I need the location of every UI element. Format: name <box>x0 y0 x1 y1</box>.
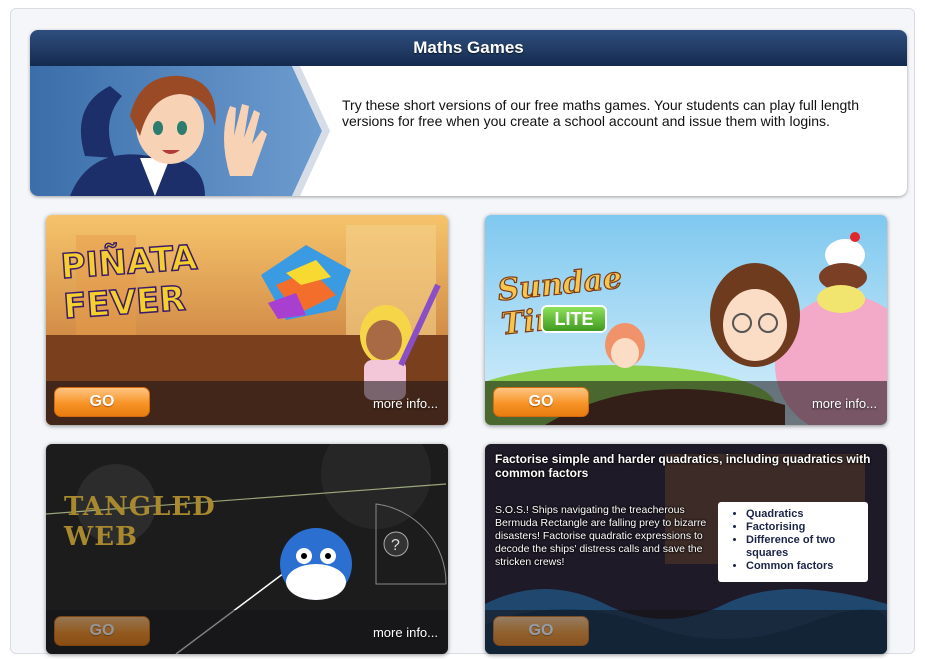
sos-overlay-title: Factorise simple and harder quadratics, … <box>495 452 871 480</box>
tangled-web-more-info-link[interactable]: more info... <box>373 625 438 640</box>
sundae-times-go-button[interactable]: GO <box>493 387 589 417</box>
character-illustration <box>30 66 330 196</box>
sos-overlay-description: S.O.S.! Ships navigating the treacherous… <box>495 504 707 568</box>
game-card-sos[interactable]: Factorise simple and harder quadratics, … <box>485 444 887 654</box>
topic-item: Common factors <box>746 560 860 573</box>
pinata-fever-more-info-link[interactable]: more info... <box>373 396 438 411</box>
game-card-pinata-fever[interactable]: PIÑATA FEVER GO more info... <box>46 215 448 425</box>
sos-go-button[interactable]: GO <box>493 616 589 646</box>
topic-item: Quadratics <box>746 508 860 521</box>
page-title: Maths Games <box>413 38 524 57</box>
sos-topics-box: Quadratics Factorising Difference of two… <box>718 502 868 582</box>
maths-games-banner: Maths Games Try these short versions of … <box>30 30 907 196</box>
tangled-web-go-button[interactable]: GO <box>54 616 150 646</box>
game-card-sundae-times[interactable]: Sundae Times LITE GO more info... <box>485 215 887 425</box>
banner-description: Try these short versions of our free mat… <box>342 97 859 129</box>
tangled-web-logo: TANGLED WEB <box>64 492 216 552</box>
pinata-fever-go-button[interactable]: GO <box>54 387 150 417</box>
svg-text:?: ? <box>391 537 400 554</box>
topic-item: Difference of two squares <box>746 534 860 560</box>
pinata-fever-logo: PIÑATA FEVER <box>59 237 200 328</box>
game-card-tangled-web[interactable]: ? TANGLED WEB GO more info... <box>46 444 448 654</box>
sundae-times-more-info-link[interactable]: more info... <box>812 396 877 411</box>
banner-header: Maths Games <box>30 30 907 66</box>
lite-badge: LITE <box>541 305 607 333</box>
topic-item: Factorising <box>746 521 860 534</box>
